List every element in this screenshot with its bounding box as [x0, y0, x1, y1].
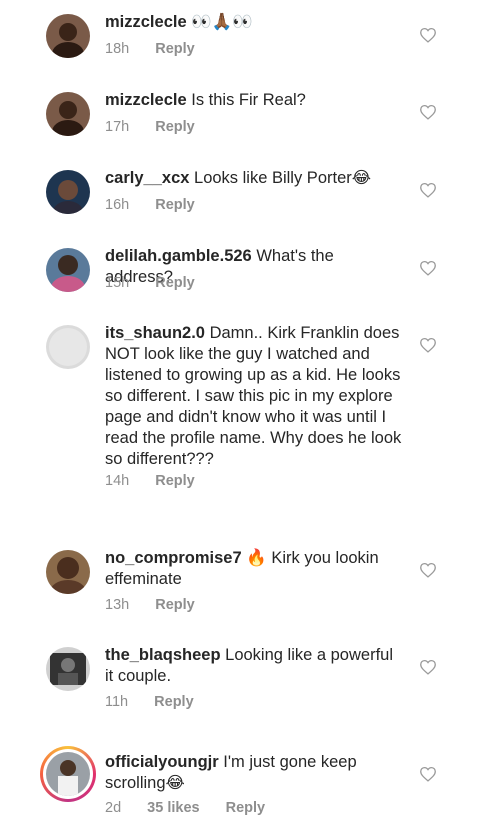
comment-username[interactable]: delilah.gamble.526 [105, 247, 252, 265]
comment-meta: 2d 35 likes Reply [105, 800, 287, 816]
comment-meta: 14h Reply [105, 473, 217, 489]
avatar[interactable] [46, 647, 90, 691]
comment-time: 15h [105, 275, 130, 291]
likes-count[interactable]: 35 likes [147, 800, 199, 816]
comment-text: no_compromise7 🔥 Kirk you lookin effemin… [105, 548, 405, 590]
comment-body: Looks like Billy Porter😂 [194, 169, 372, 187]
avatar[interactable] [46, 752, 90, 796]
comment-time: 17h [105, 119, 130, 135]
comment-username[interactable]: its_shaun2.0 [105, 324, 205, 342]
comment-time: 13h [105, 597, 130, 613]
reply-button[interactable]: Reply [154, 694, 194, 710]
comment-time: 14h [105, 473, 130, 489]
comment-username[interactable]: mizzclecle [105, 13, 187, 31]
heart-outline-icon[interactable] [419, 337, 437, 353]
comment-text: mizzclecle Is this Fir Real? [105, 90, 405, 111]
avatar[interactable] [46, 325, 90, 369]
comment-text: mizzclecle 👀🙏🏾👀 [105, 12, 405, 33]
reply-button[interactable]: Reply [155, 41, 195, 57]
comment-time: 11h [105, 694, 129, 710]
reply-button[interactable]: Reply [226, 800, 266, 816]
avatar[interactable] [46, 170, 90, 214]
comment-meta: 18h Reply [105, 41, 217, 57]
comment-body: Damn.. Kirk Franklin does NOT look like … [105, 324, 402, 468]
heart-outline-icon[interactable] [419, 104, 437, 120]
comment-body: Is this Fir Real? [191, 91, 306, 109]
comment-username[interactable]: officialyoungjr [105, 753, 219, 771]
avatar[interactable] [46, 14, 90, 58]
heart-outline-icon[interactable] [419, 766, 437, 782]
reply-button[interactable]: Reply [155, 473, 195, 489]
comment-text: its_shaun2.0 Damn.. Kirk Franklin does N… [105, 323, 405, 470]
comment-time: 2d [105, 800, 122, 816]
comment-text: the_blaqsheep Looking like a powerful it… [105, 645, 405, 687]
avatar[interactable] [46, 550, 90, 594]
comment-text: carly__xcx Looks like Billy Porter😂 [105, 168, 405, 189]
comment-meta: 11h Reply [105, 694, 216, 710]
comment-text: officialyoungjr I'm just gone keep scrol… [105, 752, 405, 794]
avatar[interactable] [46, 248, 90, 292]
comment-meta: 15h Reply [105, 275, 217, 291]
comment-username[interactable]: no_compromise7 [105, 549, 242, 567]
comment-username[interactable]: the_blaqsheep [105, 646, 221, 664]
heart-outline-icon[interactable] [419, 182, 437, 198]
comment-time: 18h [105, 41, 130, 57]
avatar[interactable] [46, 92, 90, 136]
reply-button[interactable]: Reply [155, 119, 195, 135]
comment-time: 16h [105, 197, 130, 213]
comment-body: 👀🙏🏾👀 [191, 13, 253, 31]
heart-outline-icon[interactable] [419, 27, 437, 43]
heart-outline-icon[interactable] [419, 260, 437, 276]
comment-meta: 17h Reply [105, 119, 217, 135]
heart-outline-icon[interactable] [419, 562, 437, 578]
comment-username[interactable]: carly__xcx [105, 169, 189, 187]
heart-outline-icon[interactable] [419, 659, 437, 675]
reply-button[interactable]: Reply [155, 197, 195, 213]
comment-username[interactable]: mizzclecle [105, 91, 187, 109]
comment-meta: 13h Reply [105, 597, 217, 613]
reply-button[interactable]: Reply [155, 275, 195, 291]
reply-button[interactable]: Reply [155, 597, 195, 613]
comment-meta: 16h Reply [105, 197, 217, 213]
